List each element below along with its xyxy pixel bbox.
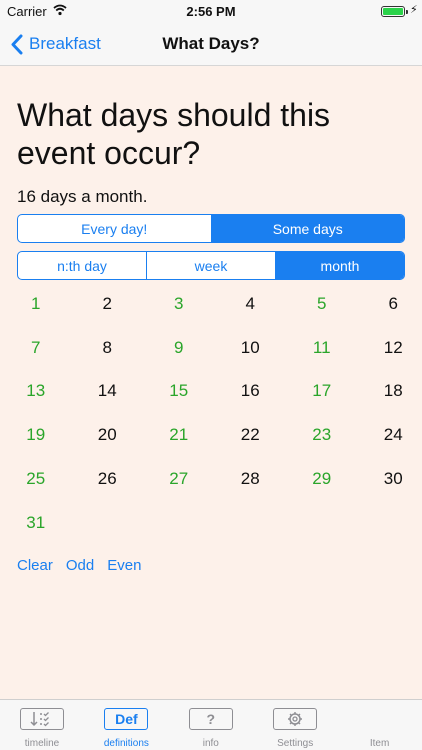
even-button[interactable]: Even <box>107 557 141 574</box>
summary-text: 16 days a month. <box>17 187 148 206</box>
tab-label: Settings <box>277 738 314 749</box>
day-cell[interactable]: 4 <box>215 282 287 326</box>
day-cell[interactable]: 23 <box>286 413 358 457</box>
day-cell[interactable]: 26 <box>72 457 144 501</box>
question-heading: What days should this event occur? <box>17 97 331 171</box>
tab-bar: timeline Def definitions? info Settings Item <box>0 699 422 750</box>
gear-icon <box>273 708 318 730</box>
day-cell[interactable]: 9 <box>143 326 215 370</box>
odd-button[interactable]: Odd <box>66 557 94 574</box>
tab-item[interactable]: Item <box>338 700 422 750</box>
tab-label: Item <box>369 738 390 749</box>
day-cell[interactable]: 5 <box>286 282 358 326</box>
frequency-option-0[interactable]: Every day! <box>18 215 211 242</box>
day-cell[interactable]: 12 <box>358 326 422 370</box>
day-cell[interactable]: 16 <box>215 370 287 414</box>
tab-label: info <box>202 738 219 749</box>
day-cell[interactable]: 27 <box>143 457 215 501</box>
nav-title: What Days? <box>162 34 260 53</box>
day-cell[interactable]: 31 <box>0 501 72 545</box>
nav-bar: Breakfast What Days? <box>0 22 422 66</box>
day-cell[interactable]: 10 <box>215 326 287 370</box>
top-bars: Carrier 2:56 PM ⚡ Breakfast What Days? <box>0 0 422 66</box>
day-cell[interactable]: 14 <box>72 370 144 414</box>
period-option-0[interactable]: n:th day <box>18 252 146 279</box>
period-option-1[interactable]: week <box>146 252 275 279</box>
tab-timeline[interactable]: timeline <box>0 700 84 750</box>
period-option-2[interactable]: month <box>275 252 404 279</box>
day-cell[interactable]: 22 <box>215 413 287 457</box>
day-cell[interactable]: 30 <box>358 457 422 501</box>
quick-actions: Clear Odd Even <box>17 557 141 574</box>
tab-settings[interactable]: Settings <box>253 700 337 750</box>
sort-list-icon <box>20 708 64 730</box>
day-cell[interactable]: 24 <box>358 413 422 457</box>
def-icon: Def <box>104 708 149 730</box>
tab-label: timeline <box>24 738 60 749</box>
day-cell[interactable]: 6 <box>358 282 422 326</box>
day-cell[interactable]: 15 <box>143 370 215 414</box>
status-bar: Carrier 2:56 PM ⚡ <box>0 0 422 22</box>
day-cell[interactable]: 29 <box>286 457 358 501</box>
day-cell[interactable]: 25 <box>0 457 72 501</box>
day-cell[interactable]: 20 <box>72 413 144 457</box>
clear-button[interactable]: Clear <box>17 557 53 574</box>
day-cell[interactable]: 8 <box>72 326 144 370</box>
day-cell[interactable]: 13 <box>0 370 72 414</box>
charging-icon: ⚡ <box>410 4 418 16</box>
day-cell[interactable]: 11 <box>286 326 358 370</box>
day-cell[interactable]: 17 <box>286 370 358 414</box>
day-cell[interactable]: 7 <box>0 326 72 370</box>
tab-label: definitions <box>103 738 149 749</box>
question-icon: ? <box>188 708 233 730</box>
day-cell[interactable]: 1 <box>0 282 72 326</box>
status-time: 2:56 PM <box>186 4 236 19</box>
frequency-option-1[interactable]: Some days <box>210 215 404 242</box>
day-cell[interactable]: 2 <box>72 282 144 326</box>
period-segmented-control: n:th day week month <box>17 251 405 280</box>
frequency-segmented-control: Every day! Some days <box>17 214 405 243</box>
day-cell[interactable]: 18 <box>358 370 422 414</box>
day-cell[interactable]: 19 <box>0 413 72 457</box>
month-day-grid: 1 2 3 4 5 6 7 8 9 10 11 12 13 14 15 16 17 18 19 20 21 22 23 24 2… <box>0 282 422 545</box>
day-cell[interactable]: 21 <box>143 413 215 457</box>
day-cell[interactable]: 3 <box>143 282 215 326</box>
day-cell[interactable]: 28 <box>215 457 287 501</box>
battery-icon <box>381 6 408 17</box>
tab-info[interactable]: ? info <box>169 700 253 750</box>
tab-definitions[interactable]: Def definitions <box>84 700 168 750</box>
